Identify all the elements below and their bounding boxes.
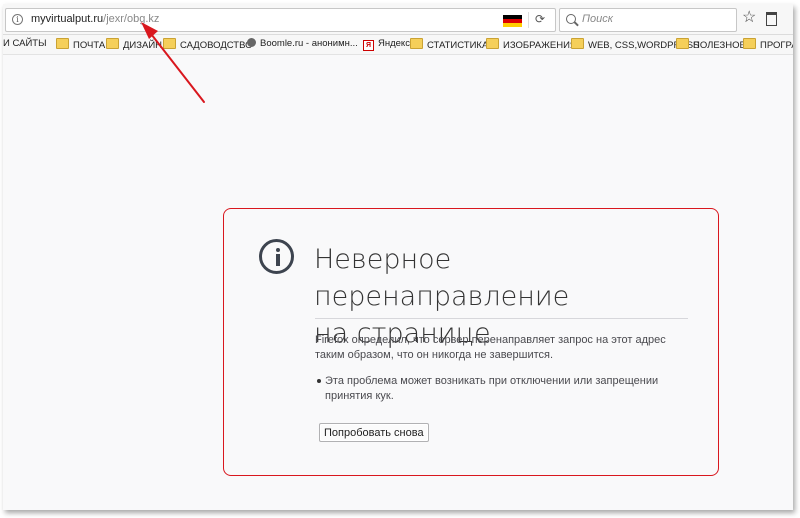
annotation-arrow [141,22,205,103]
